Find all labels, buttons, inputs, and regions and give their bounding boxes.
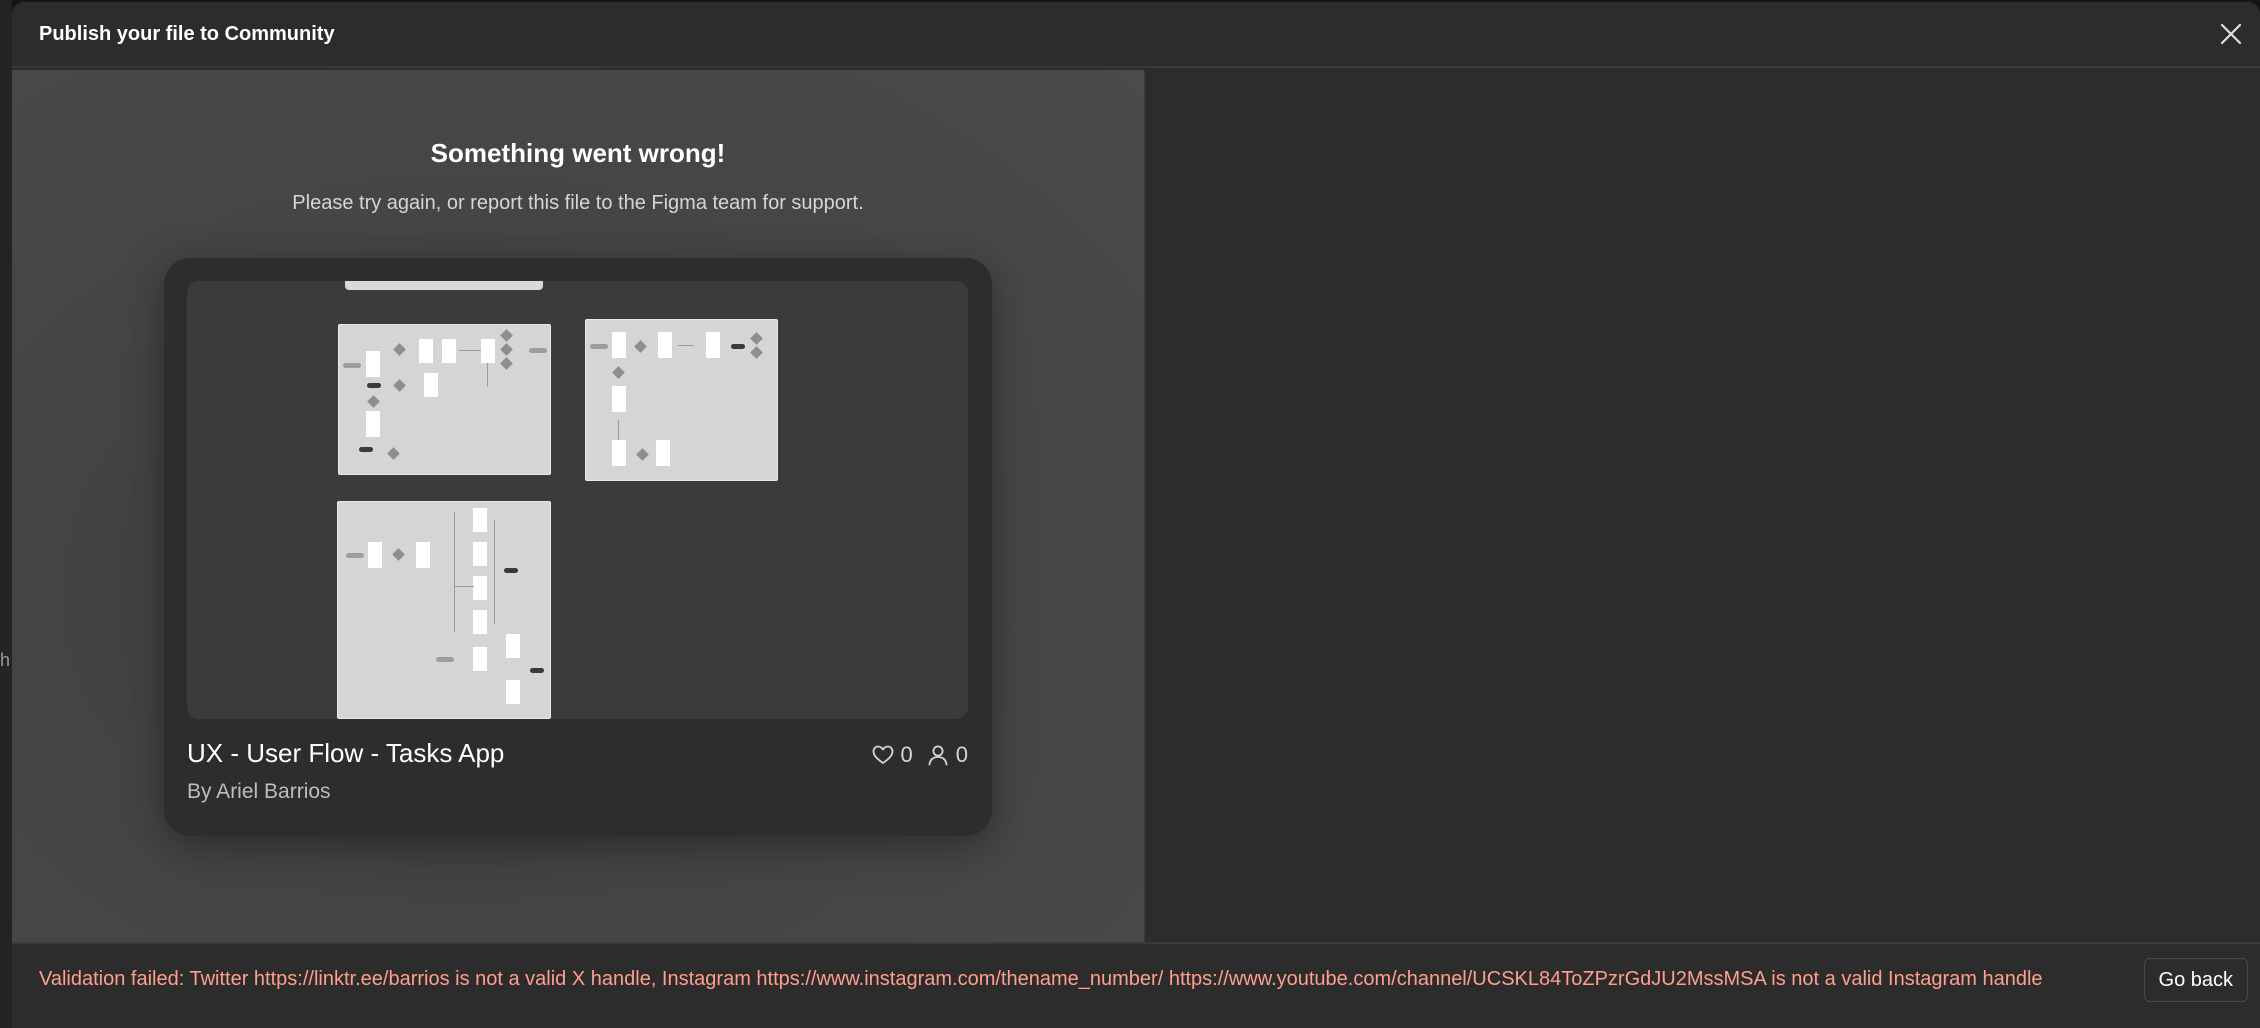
dialog-title: Publish your file to Community [39, 22, 335, 45]
file-name: UX - User Flow - Tasks App [187, 738, 505, 768]
close-icon [2220, 23, 2242, 45]
dialog-header: Publish your file to Community [12, 2, 2260, 68]
preview-pane: Something went wrong! Please try again, … [12, 70, 1144, 942]
dialog-footer: Validation failed: Twitter https://linkt… [12, 942, 2260, 1028]
details-pane [1144, 70, 2260, 942]
backdrop-text-fragment: h [0, 650, 11, 670]
backdrop-edge [0, 0, 12, 1028]
users-count: 0 [955, 742, 968, 767]
publish-dialog: Publish your file to Community Something… [12, 2, 2260, 1028]
user-icon [928, 745, 948, 766]
file-author: By Ariel Barrios [187, 780, 331, 803]
thumbnail-frame-2 [585, 319, 778, 481]
close-button[interactable] [2216, 19, 2246, 49]
file-stats: 0 0 [858, 742, 968, 768]
error-message: Please try again, or report this file to… [292, 192, 864, 214]
thumbnail-frame-1 [338, 324, 551, 475]
likes-count: 0 [900, 742, 913, 767]
likes-stat: 0 [872, 742, 913, 768]
heart-icon [872, 745, 893, 764]
error-title: Something went wrong! [430, 138, 726, 168]
file-card: UX - User Flow - Tasks App By Ariel Barr… [164, 258, 992, 836]
thumbnail-top-frame [345, 281, 543, 290]
users-stat: 0 [927, 742, 968, 768]
go-back-button[interactable]: Go back [2143, 958, 2248, 1002]
file-thumbnail [187, 281, 968, 719]
validation-error-message: Validation failed: Twitter https://linkt… [39, 968, 2043, 990]
thumbnail-frame-3 [337, 501, 551, 719]
